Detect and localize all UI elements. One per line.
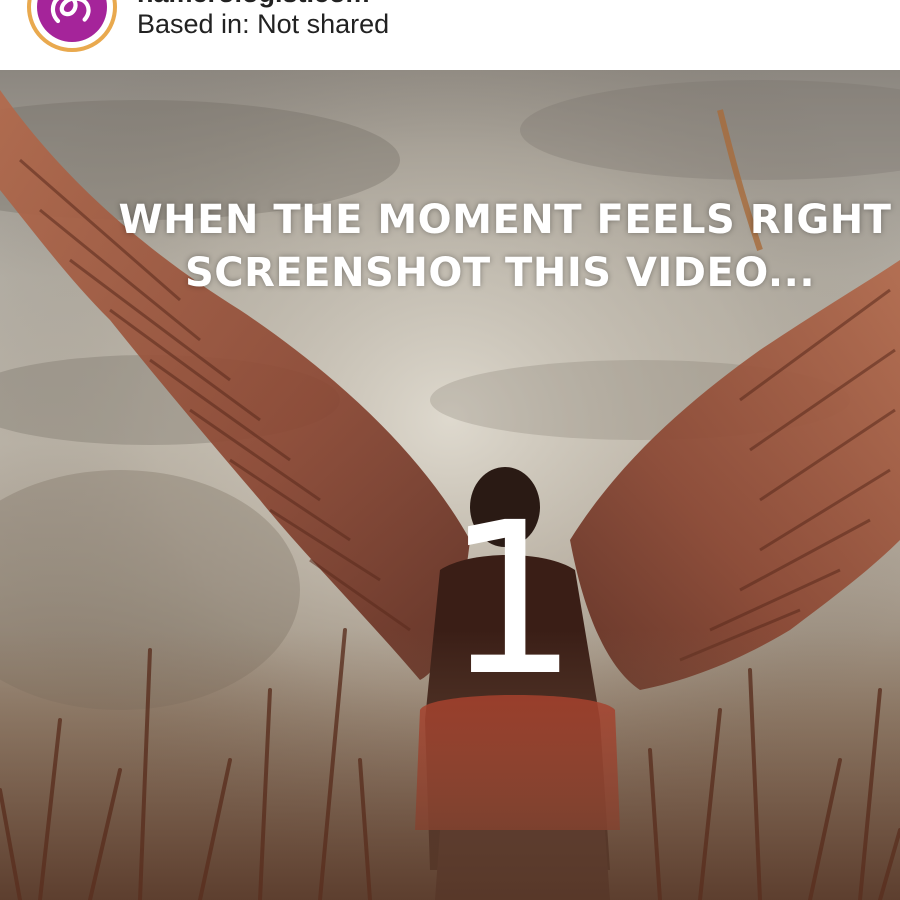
caption-line-1: WHEN THE MOMENT FEELS RIGHT xyxy=(118,197,892,243)
logo-icon xyxy=(37,0,107,42)
location-label: Based in: Not shared xyxy=(137,9,390,39)
caption-line-2: SCREENSHOT THIS VIDEO... xyxy=(184,250,816,296)
countdown-number: 1 xyxy=(445,477,579,722)
avatar[interactable] xyxy=(27,0,117,52)
account-name[interactable]: namerologist.com xyxy=(137,0,370,9)
video-player[interactable]: WHEN THE MOMENT FEELS RIGHT SCREENSHOT T… xyxy=(0,70,900,900)
post-view: namerologist.com Based in: Not shared xyxy=(0,0,900,900)
post-header: namerologist.com Based in: Not shared xyxy=(0,0,900,70)
